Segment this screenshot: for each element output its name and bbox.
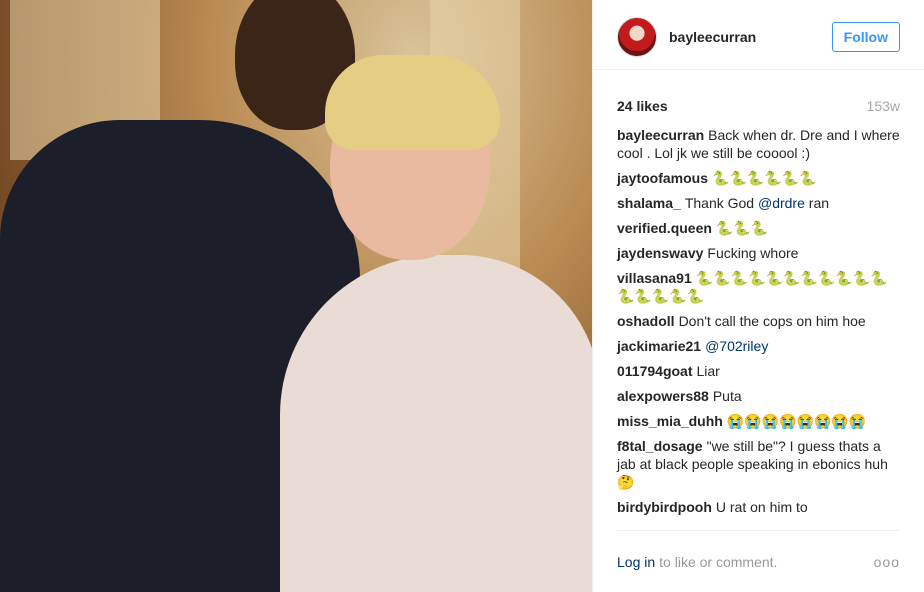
post-time[interactable]: 153w <box>867 98 900 114</box>
comment-user[interactable]: jackimarie21 <box>617 338 701 354</box>
comment-mention[interactable]: @702riley <box>705 338 768 354</box>
comment-mention[interactable]: @drdre <box>758 195 805 211</box>
post-sidebar: bayleecurran Follow 24 likes 153w baylee… <box>592 0 924 592</box>
comment-user[interactable]: jaytoofamous <box>617 170 708 186</box>
woman-hair <box>325 55 500 150</box>
comment-user[interactable]: jaydenswavy <box>617 245 703 261</box>
comment-text: Puta <box>712 388 742 404</box>
divider <box>617 530 900 531</box>
post-photo[interactable] <box>0 0 592 592</box>
post-meta: 24 likes 153w <box>593 86 924 126</box>
comment-text: Don't call the cops on him hoe <box>678 313 866 329</box>
comment: jackimarie21 @702riley <box>617 337 900 355</box>
likes-count[interactable]: 24 likes <box>617 98 668 114</box>
avatar[interactable] <box>617 16 657 57</box>
comment: villasana91 🐍🐍🐍🐍🐍🐍🐍🐍🐍🐍🐍🐍🐍🐍🐍🐍 <box>617 269 900 305</box>
woman-figure <box>280 255 592 592</box>
header-username[interactable]: bayleecurran <box>669 29 832 45</box>
comment-user[interactable]: 011794goat <box>617 363 693 379</box>
instagram-post: bayleecurran Follow 24 likes 153w baylee… <box>0 0 924 592</box>
comment: bayleecurran Back when dr. Dre and I wher… <box>617 126 900 162</box>
follow-button[interactable]: Follow <box>831 21 900 52</box>
comment-text: Thank God <box>684 195 755 211</box>
comment-text: Fucking whore <box>707 245 799 261</box>
post-header: bayleecurran Follow <box>593 4 924 70</box>
login-link[interactable]: Log in <box>617 554 655 570</box>
comment-text: Liar <box>696 363 720 379</box>
comment: oshadoll Don't call the cops on him hoe <box>617 312 900 330</box>
comment-user[interactable]: bayleecurran <box>617 127 704 143</box>
comment-text-after: ran <box>808 195 830 211</box>
comment: f8tal_dosage "we still be"? I guess thats… <box>617 437 900 491</box>
comment: verified.queen 🐍🐍🐍 <box>617 219 900 237</box>
more-options-icon[interactable]: ooo <box>874 554 900 570</box>
comment: alexpowers88 Puta <box>617 387 900 405</box>
comment: birdybirdpooh U rat on him to <box>617 498 900 516</box>
comment-user[interactable]: villasana91 <box>617 270 692 286</box>
comment-text: 🐍🐍🐍 <box>715 220 769 236</box>
comment-user[interactable]: verified.queen <box>617 220 712 236</box>
post-footer: Log in to like or comment. ooo <box>617 554 900 570</box>
comment-user[interactable]: alexpowers88 <box>617 388 709 404</box>
comment: shalama_ Thank God @drdre ran <box>617 194 900 212</box>
comment: 011794goat Liar <box>617 362 900 380</box>
comment-user[interactable]: miss_mia_duhh <box>617 413 723 429</box>
comment: jaydenswavy Fucking whore <box>617 244 900 262</box>
comment-text: 😭😭😭😭😭😭😭😭 <box>726 413 867 429</box>
comment-text: U rat on him to <box>715 499 808 515</box>
comment-user[interactable]: f8tal_dosage <box>617 438 703 454</box>
comment-text: 🐍🐍🐍🐍🐍🐍 <box>712 170 817 186</box>
comment-user[interactable]: shalama_ <box>617 195 681 211</box>
comment-user[interactable]: oshadoll <box>617 313 675 329</box>
comment: jaytoofamous 🐍🐍🐍🐍🐍🐍 <box>617 169 900 187</box>
login-prompt-text: to like or comment. <box>659 554 778 570</box>
comment-list: bayleecurran Back when dr. Dre and I wher… <box>593 126 924 516</box>
comment-user[interactable]: birdybirdpooh <box>617 499 712 515</box>
comment: miss_mia_duhh 😭😭😭😭😭😭😭😭 <box>617 412 900 430</box>
